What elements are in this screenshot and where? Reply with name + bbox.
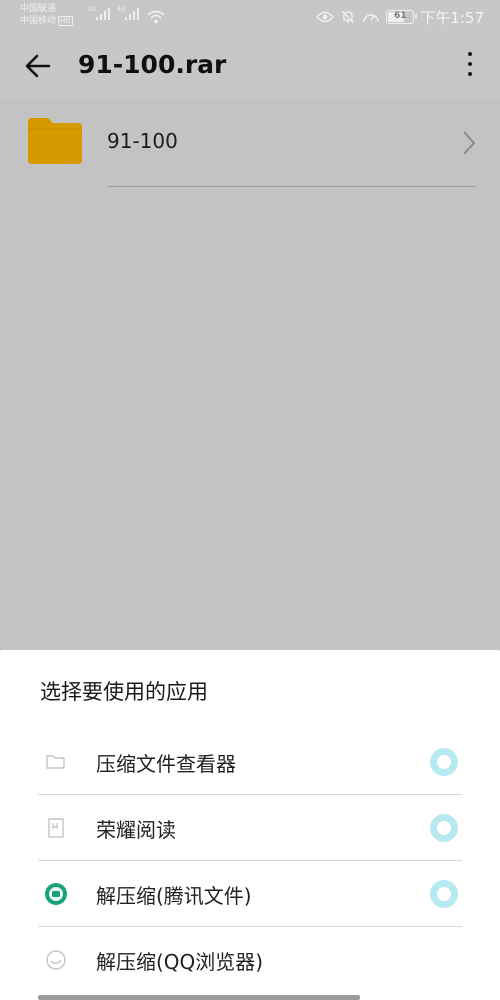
folder-icon [28,118,82,164]
back-arrow-icon[interactable] [22,50,54,82]
app-chooser-sheet: 选择要使用的应用 压缩文件查看器 荣耀阅读 解压缩(腾讯文件) 解压缩(QQ浏览… [0,650,500,1000]
radio-button[interactable] [430,880,458,908]
speed-icon [362,9,380,25]
app-option-qq-browser[interactable]: 解压缩(QQ浏览器) [0,927,500,993]
file-list: 91-100 [0,98,500,650]
wifi-icon [147,9,165,28]
qq-browser-icon [44,948,68,972]
status-bar: 中国联通 中国移动 HD 2G 4G 61 下午1:57 [0,0,500,34]
folder-name: 91-100 [107,129,178,153]
battery-icon: 61 [386,10,418,24]
more-vert-icon[interactable] [466,52,474,82]
radio-button[interactable] [430,814,458,842]
carrier-1-label: 中国联通 [20,4,57,14]
tencent-file-icon [44,882,68,906]
list-item[interactable]: 91-100 [0,98,500,188]
sheet-title: 选择要使用的应用 [40,680,208,704]
signal-1-tag: 2G [88,6,97,13]
carrier-2-row: 中国移动 HD [20,15,73,27]
app-option-archive-viewer[interactable]: 压缩文件查看器 [0,729,500,795]
divider [107,186,476,187]
battery-level: 61 [394,11,407,21]
status-time: 下午1:57 [420,8,484,27]
carrier-2-label: 中国移动 [20,16,57,26]
carrier-labels: 中国联通 中国移动 HD [20,3,73,27]
app-option-honor-reader[interactable]: 荣耀阅读 [0,795,500,861]
chevron-right-icon [462,130,476,160]
bell-off-icon [340,9,356,25]
app-option-label: 解压缩(QQ浏览器) [96,950,264,974]
radio-button[interactable] [430,748,458,776]
signal-2-tag: 4G [117,6,126,13]
signal-1-icon: 2G [88,6,112,20]
app-option-label: 解压缩(腾讯文件) [96,884,252,908]
app-option-label: 荣耀阅读 [96,818,176,842]
signal-2-icon: 4G [117,6,141,20]
app-bar: 91-100.rar [0,34,500,98]
hd-badge: HD [58,16,73,26]
page-title: 91-100.rar [78,50,227,79]
eye-icon [316,11,335,23]
scroll-handle[interactable] [38,995,360,1000]
app-option-label: 压缩文件查看器 [96,752,236,776]
status-right-group: 61 下午1:57 [316,8,484,27]
app-option-tencent-file[interactable]: 解压缩(腾讯文件) [0,861,500,927]
book-icon [44,816,68,840]
folder-outline-icon [44,750,68,774]
